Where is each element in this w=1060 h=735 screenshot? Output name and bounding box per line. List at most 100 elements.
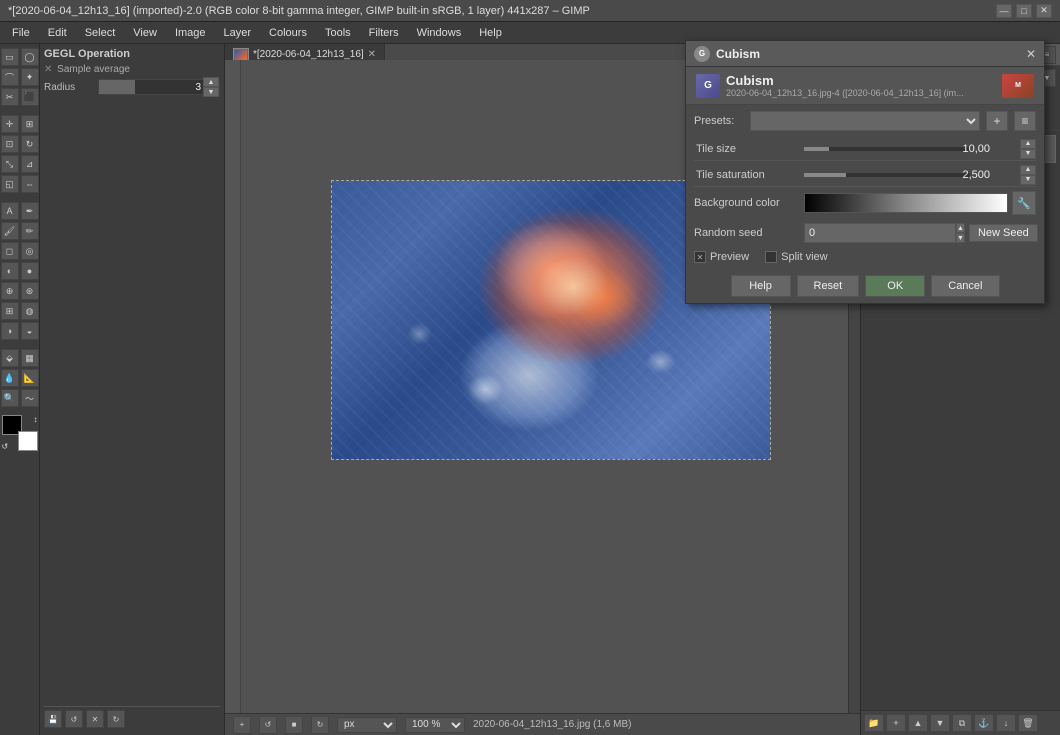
smudge-tool[interactable]: ◒ xyxy=(21,322,39,340)
fuzzy-select-tool[interactable]: ✦ xyxy=(21,68,39,86)
airbrush-tool[interactable]: ◎ xyxy=(21,242,39,260)
new-seed-button[interactable]: New Seed xyxy=(969,224,1038,242)
scale-tool[interactable]: ⤡ xyxy=(1,155,19,173)
tile-size-down-btn[interactable]: ▼ xyxy=(1020,149,1036,159)
menu-select[interactable]: Select xyxy=(77,25,124,41)
move-tool[interactable]: ✛ xyxy=(1,115,19,133)
unit-select[interactable]: px % mm xyxy=(337,717,397,733)
text-tool[interactable]: A xyxy=(1,202,19,220)
rectangle-select-tool[interactable]: ▭ xyxy=(1,48,19,66)
menu-edit[interactable]: Edit xyxy=(40,25,75,41)
menu-filters[interactable]: Filters xyxy=(361,25,407,41)
tile-size-slider-area[interactable]: 10,00 xyxy=(804,137,1020,160)
duplicate-layer-btn[interactable]: ⧉ xyxy=(952,714,972,732)
path-tool[interactable]: ✒ xyxy=(21,202,39,220)
lower-layer-btn[interactable]: ▼ xyxy=(930,714,950,732)
tool-preset-reset[interactable]: ↻ xyxy=(107,710,125,728)
menu-layer[interactable]: Layer xyxy=(216,25,260,41)
free-select-tool[interactable]: ⌒ xyxy=(1,68,19,86)
menu-image[interactable]: Image xyxy=(167,25,214,41)
maximize-button[interactable]: □ xyxy=(1016,4,1032,18)
anchor-layer-btn[interactable]: ⚓ xyxy=(974,714,994,732)
menu-help[interactable]: Help xyxy=(471,25,510,41)
reset-colors-icon[interactable]: ↺ xyxy=(2,442,9,451)
radius-label: Radius xyxy=(44,82,94,93)
status-right-btn[interactable]: ↺ xyxy=(259,716,277,734)
ok-button[interactable]: OK xyxy=(865,275,925,297)
align-tool[interactable]: ⊞ xyxy=(21,115,39,133)
radius-down-btn[interactable]: ▼ xyxy=(203,87,219,97)
menu-colours[interactable]: Colours xyxy=(261,25,315,41)
status-refresh-btn[interactable]: ↻ xyxy=(311,716,329,734)
preview-checkbox[interactable]: ✕ Preview xyxy=(694,251,749,263)
help-button[interactable]: Help xyxy=(731,275,791,297)
mypaint-tool[interactable]: ● xyxy=(21,262,39,280)
minimize-button[interactable]: — xyxy=(996,4,1012,18)
crop-tool[interactable]: ⊡ xyxy=(1,135,19,153)
background-color[interactable] xyxy=(18,431,38,451)
tile-size-up-btn[interactable]: ▲ xyxy=(1020,139,1036,149)
dodge-tool[interactable]: ◑ xyxy=(1,322,19,340)
eraser-tool[interactable]: ◻ xyxy=(1,242,19,260)
image-tab-close[interactable]: ✕ xyxy=(368,49,376,60)
bucket-fill-tool[interactable]: ⬙ xyxy=(1,349,19,367)
flip-tool[interactable]: ⇔ xyxy=(21,175,39,193)
tile-size-value: 10,00 xyxy=(962,143,990,155)
bg-eyedropper-btn[interactable]: 🔧 xyxy=(1012,191,1036,215)
image-tab[interactable]: *[2020-06-04_12h13_16] xyxy=(253,49,364,60)
presets-menu-btn[interactable]: ≡ xyxy=(1014,111,1036,131)
menu-windows[interactable]: Windows xyxy=(409,25,470,41)
random-seed-row: Random seed ▲ ▼ New Seed xyxy=(694,221,1036,245)
seed-up-btn[interactable]: ▲ xyxy=(956,223,965,233)
heal-tool[interactable]: ⊛ xyxy=(21,282,39,300)
tile-saturation-slider-area[interactable]: 2,500 xyxy=(804,163,1020,186)
random-seed-input[interactable] xyxy=(804,223,956,243)
zoom-select[interactable]: 100 % 50 % 200 % xyxy=(405,717,465,733)
color-picker-tool[interactable]: 💧 xyxy=(1,369,19,387)
tile-saturation-down-btn[interactable]: ▼ xyxy=(1020,175,1036,185)
bg-color-gradient[interactable] xyxy=(804,193,1008,213)
zoom-tool[interactable]: 🔍 xyxy=(1,389,19,407)
delete-layer-btn[interactable]: 🗑 xyxy=(1018,714,1038,732)
perspective-tool[interactable]: ◱ xyxy=(1,175,19,193)
split-view-checkbox[interactable]: Split view xyxy=(765,251,827,263)
menu-file[interactable]: File xyxy=(4,25,38,41)
warp-tool[interactable]: 〜 xyxy=(21,389,39,407)
split-view-checkbox-box[interactable] xyxy=(765,251,777,263)
dialog-close-button[interactable]: ✕ xyxy=(1026,47,1036,61)
radius-up-btn[interactable]: ▲ xyxy=(203,77,219,87)
merge-down-btn[interactable]: ↓ xyxy=(996,714,1016,732)
shear-tool[interactable]: ⊿ xyxy=(21,155,39,173)
tool-preset-restore[interactable]: ↺ xyxy=(65,710,83,728)
tool-preset-delete[interactable]: ✕ xyxy=(86,710,104,728)
new-layer-btn[interactable]: + xyxy=(886,714,906,732)
blur-tool[interactable]: ◍ xyxy=(21,302,39,320)
ink-tool[interactable]: ◐ xyxy=(1,262,19,280)
new-layer-group-btn[interactable]: 📁 xyxy=(864,714,884,732)
preview-checkbox-box[interactable]: ✕ xyxy=(694,251,706,263)
reset-button[interactable]: Reset xyxy=(797,275,860,297)
seed-down-btn[interactable]: ▼ xyxy=(956,233,965,243)
menu-tools[interactable]: Tools xyxy=(317,25,359,41)
clone-tool[interactable]: ⊕ xyxy=(1,282,19,300)
presets-add-btn[interactable]: + xyxy=(986,111,1008,131)
cancel-button[interactable]: Cancel xyxy=(931,275,999,297)
presets-select[interactable] xyxy=(750,111,980,131)
scissors-tool[interactable]: ✂ xyxy=(1,88,19,106)
swap-colors-icon[interactable]: ↕ xyxy=(34,415,38,424)
ellipse-select-tool[interactable]: ◯ xyxy=(21,48,39,66)
tile-saturation-up-btn[interactable]: ▲ xyxy=(1020,165,1036,175)
tool-preset-save[interactable]: 💾 xyxy=(44,710,62,728)
perspective-clone-tool[interactable]: ⊞ xyxy=(1,302,19,320)
pencil-tool[interactable]: ✏ xyxy=(21,222,39,240)
rotate-tool[interactable]: ↻ xyxy=(21,135,39,153)
gradient-tool[interactable]: ▦ xyxy=(21,349,39,367)
select-by-color-tool[interactable]: ⬛ xyxy=(21,88,39,106)
menu-view[interactable]: View xyxy=(125,25,165,41)
close-window-button[interactable]: ✕ xyxy=(1036,4,1052,18)
raise-layer-btn[interactable]: ▲ xyxy=(908,714,928,732)
status-stop-btn[interactable]: ■ xyxy=(285,716,303,734)
measure-tool[interactable]: 📐 xyxy=(21,369,39,387)
status-left-btn[interactable]: + xyxy=(233,716,251,734)
paintbrush-tool[interactable]: 🖌 xyxy=(1,222,19,240)
